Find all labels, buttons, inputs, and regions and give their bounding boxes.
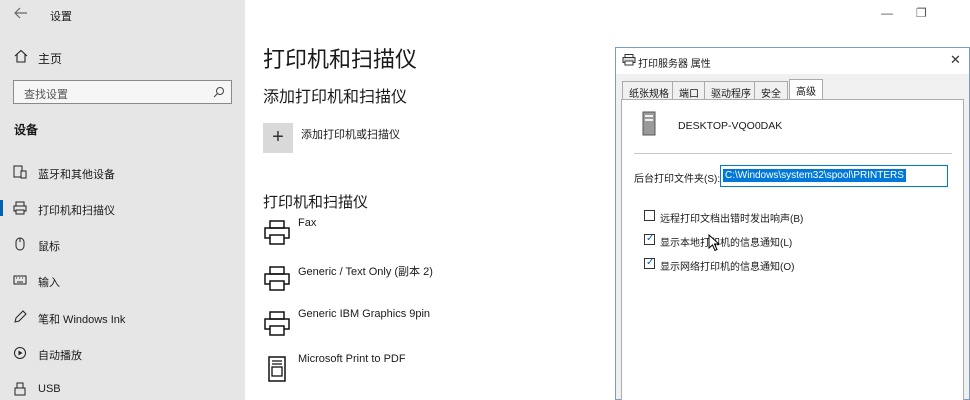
print-server-properties-dialog: 打印服务器 属性 ✕ 纸张规格 端口 驱动程序 安全 高级 DESKTOP-VQ… (615, 47, 970, 400)
keyboard-icon (13, 275, 27, 285)
back-button[interactable] (12, 6, 30, 24)
printer-name: Generic / Text Only (副本 2) (298, 266, 433, 278)
tab-drivers[interactable]: 驱动程序 (704, 81, 758, 100)
pen-icon (14, 310, 27, 323)
check-icon: ✓ (646, 257, 655, 268)
sidebar-item-label: 鼠标 (38, 241, 60, 253)
sidebar-item-label: USB (38, 383, 61, 395)
printer-name: Fax (298, 217, 317, 229)
checkbox-label: 显示本地打印机的信息通知(L) (660, 238, 793, 249)
printers-section-heading: 打印机和扫描仪 (263, 194, 369, 211)
advanced-panel: DESKTOP-VQO0DAK 后台打印文件夹(S): C:\Windows\s… (621, 99, 964, 400)
nav-home[interactable]: 主页 (0, 44, 245, 70)
page-title: 打印机和扫描仪 (263, 47, 418, 72)
search-icon (213, 87, 224, 98)
dialog-title: 打印服务器 属性 (638, 59, 711, 70)
section-heading: 设备 (14, 123, 39, 137)
sidebar-item-label: 输入 (38, 277, 60, 289)
printer-icon (622, 54, 636, 66)
mouse-icon (15, 237, 25, 251)
printer-name: Microsoft Print to PDF (298, 353, 406, 365)
printer-item[interactable]: Microsoft Print to PDF (263, 352, 603, 392)
spool-folder-label: 后台打印文件夹(S): (634, 174, 721, 185)
add-printer-label[interactable]: 添加打印机或扫描仪 (301, 126, 400, 142)
tab-advanced[interactable]: 高级 (789, 79, 823, 100)
printer-item[interactable]: Generic / Text Only (副本 2) (263, 262, 603, 302)
search-input[interactable]: 查找设置 (13, 80, 232, 104)
sidebar-item-label: 打印机和扫描仪 (38, 205, 115, 217)
sidebar-item-typing[interactable]: 输入 (0, 266, 245, 294)
spool-folder-input[interactable]: C:\Windows\system32\spool\PRINTERS (720, 165, 948, 187)
back-arrow-icon (14, 7, 27, 19)
divider (634, 153, 952, 154)
add-section-heading: 添加打印机和扫描仪 (263, 89, 408, 106)
tab-paper[interactable]: 纸张规格 (622, 81, 676, 100)
checkbox-box[interactable]: ✓ (644, 257, 655, 269)
devices-icon (13, 165, 27, 179)
tab-security[interactable]: 安全 (754, 81, 788, 100)
checkbox-label: 显示网络打印机的信息通知(O) (660, 262, 795, 273)
title-bar: 设置 (0, 0, 245, 30)
home-icon (14, 49, 28, 63)
sidebar: 设置 主页 查找设置 设备 蓝牙和其他设备 打印机和扫描仪 鼠标 输入 笔和 W… (0, 0, 245, 400)
search-placeholder: 查找设置 (24, 89, 68, 101)
checkbox-box[interactable]: ✓ (644, 233, 655, 245)
settings-window: 设置 主页 查找设置 设备 蓝牙和其他设备 打印机和扫描仪 鼠标 输入 笔和 W… (0, 0, 970, 400)
sidebar-item-mouse[interactable]: 鼠标 (0, 230, 245, 258)
sidebar-item-autoplay[interactable]: 自动播放 (0, 339, 245, 367)
printer-icon (13, 201, 27, 215)
checkbox-box[interactable] (644, 210, 655, 221)
usb-icon (14, 382, 26, 396)
dialog-title-bar: 打印服务器 属性 ✕ (616, 48, 969, 74)
sidebar-item-label: 笔和 Windows Ink (38, 314, 126, 326)
add-printer-button[interactable]: + (263, 123, 293, 153)
printer-name: Generic IBM Graphics 9pin (298, 308, 431, 320)
printer-icon (264, 220, 290, 245)
printer-item[interactable]: Fax (263, 216, 603, 256)
autoplay-icon (14, 347, 26, 359)
sidebar-item-pen[interactable]: 笔和 Windows Ink (0, 303, 245, 331)
restore-button[interactable]: ❐ (916, 6, 927, 20)
sidebar-item-label: 自动播放 (38, 350, 82, 362)
active-indicator (0, 200, 3, 216)
window-title: 设置 (50, 11, 72, 23)
server-name: DESKTOP-VQO0DAK (678, 120, 783, 132)
sidebar-item-bluetooth[interactable]: 蓝牙和其他设备 (0, 158, 245, 186)
printer-item[interactable]: Generic IBM Graphics 9pin (263, 307, 603, 347)
close-icon[interactable]: ✕ (950, 52, 961, 68)
spool-folder-value: C:\Windows\system32\spool\PRINTERS (723, 169, 906, 182)
check-icon: ✓ (646, 233, 655, 244)
sidebar-item-printers[interactable]: 打印机和扫描仪 (0, 194, 245, 222)
tab-ports[interactable]: 端口 (672, 81, 706, 100)
sidebar-item-label: 蓝牙和其他设备 (38, 169, 115, 181)
minimize-button[interactable]: — (881, 6, 893, 20)
checkbox-label: 远程打印文档出错时发出响声(B) (660, 214, 804, 225)
mouse-cursor-icon (708, 234, 720, 252)
server-icon (642, 111, 656, 136)
plus-icon: + (272, 126, 284, 148)
sidebar-item-usb[interactable]: USB (0, 375, 245, 400)
pdf-printer-icon (268, 356, 286, 382)
printer-icon (264, 311, 290, 336)
nav-home-label: 主页 (38, 52, 63, 66)
printer-icon (264, 266, 290, 291)
